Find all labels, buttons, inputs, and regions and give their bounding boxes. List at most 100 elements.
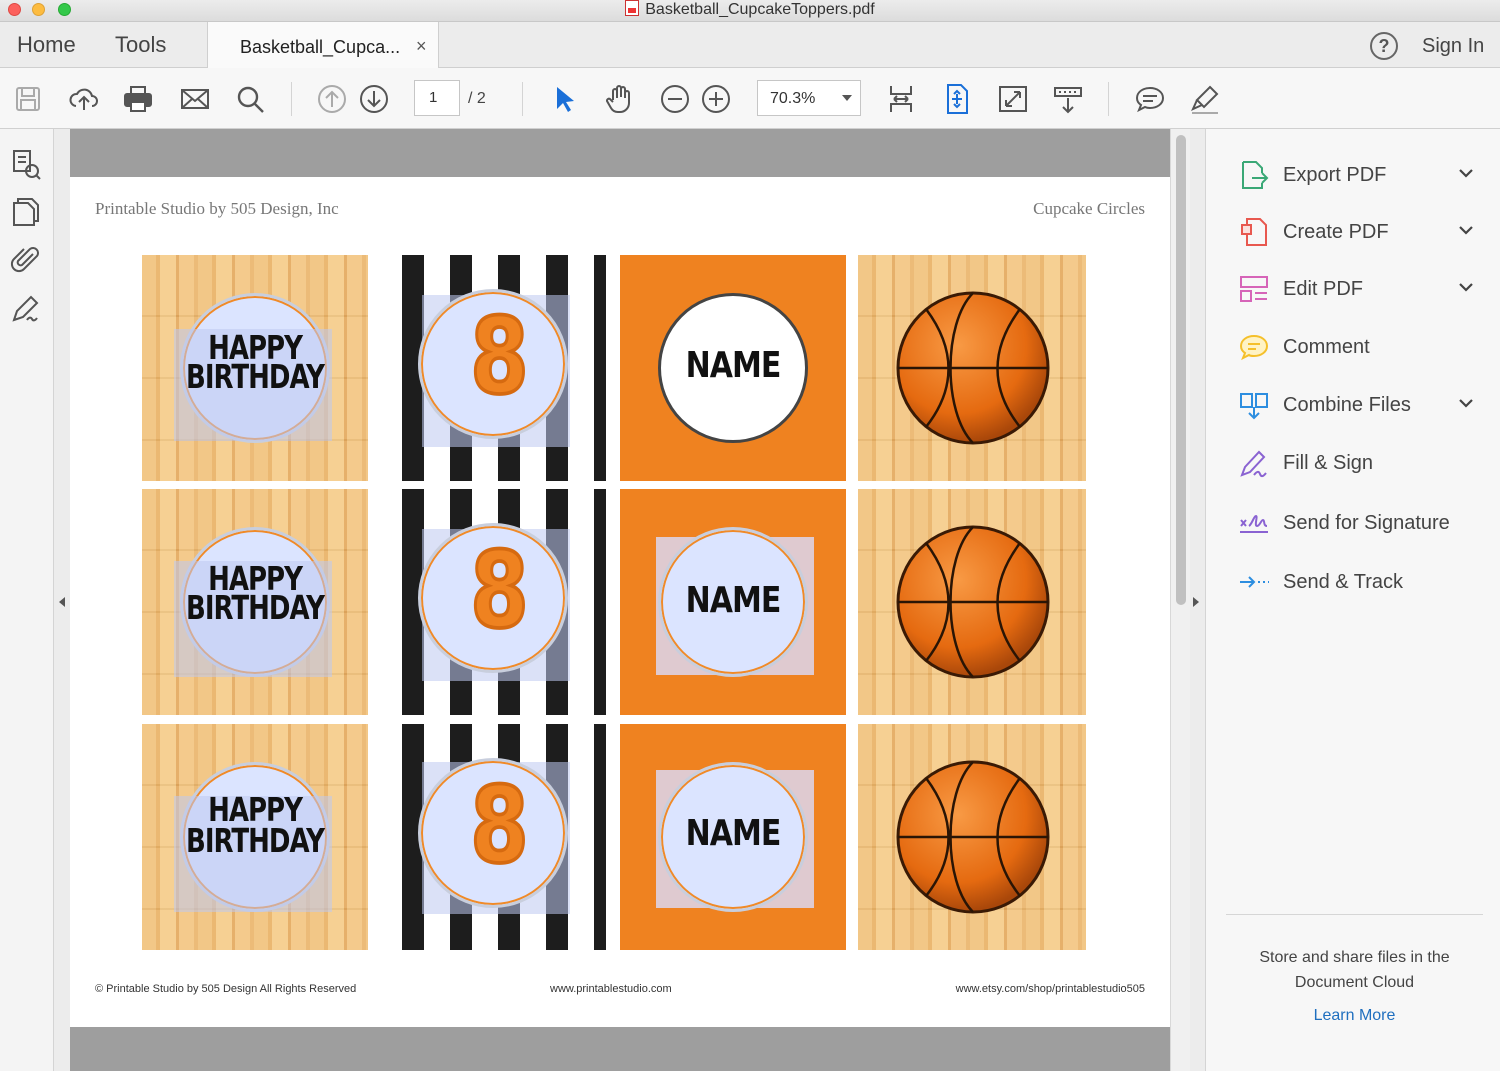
collapse-right-icon[interactable] [1190, 592, 1202, 612]
tab-bar: Home Tools Basketball_Cupca... × ? Sign … [0, 22, 1500, 69]
tool-export-pdf[interactable]: Export PDF [1238, 157, 1478, 197]
topper-basketball [858, 255, 1086, 481]
hand-icon[interactable] [603, 82, 637, 116]
pdf-file-icon [625, 0, 640, 16]
tool-comment[interactable]: Comment [1238, 329, 1478, 369]
topper-name: NAME [620, 724, 846, 950]
learn-more-link[interactable]: Learn More [1246, 1007, 1463, 1025]
chevron-down-icon[interactable] [1456, 277, 1476, 297]
tab-tools[interactable]: Tools [115, 32, 166, 58]
divider [1226, 914, 1483, 915]
topper-happy-birthday: HAPPY BIRTHDAY [142, 255, 368, 481]
topper-name: NAME [620, 489, 846, 715]
scroll-thumb[interactable] [1176, 135, 1186, 605]
copy-pages-icon[interactable] [9, 195, 43, 229]
create-pdf-icon [1238, 216, 1270, 248]
chevron-down-icon[interactable] [1456, 393, 1476, 413]
collapse-left-icon[interactable] [56, 592, 68, 612]
comment-icon [1238, 331, 1270, 363]
tab-home[interactable]: Home [17, 32, 76, 58]
topper-text-birthday: BIRTHDAY [186, 823, 325, 861]
window-title-text: Basketball_CupcakeToppers.pdf [645, 1, 875, 18]
zoom-in-icon[interactable] [699, 82, 733, 116]
page-footer-right: www.etsy.com/shop/printablestudio505 [955, 983, 1145, 995]
basketball-icon [896, 291, 1050, 445]
tool-fill-sign[interactable]: Fill & Sign [1238, 445, 1478, 485]
signature-icon[interactable] [9, 291, 43, 325]
chevron-down-icon[interactable] [1456, 220, 1476, 240]
title-bar: Basketball_CupcakeToppers.pdf [0, 0, 1500, 22]
export-pdf-icon [1238, 159, 1270, 191]
edit-pdf-icon [1238, 273, 1270, 305]
topper-basketball [858, 489, 1086, 715]
chevron-down-icon[interactable] [1456, 163, 1476, 183]
topper-text-birthday: BIRTHDAY [186, 359, 325, 397]
tool-edit-pdf[interactable]: Edit PDF [1238, 271, 1478, 311]
tool-combine-files[interactable]: Combine Files [1238, 387, 1478, 427]
topper-text-birthday: BIRTHDAY [186, 590, 325, 628]
email-icon[interactable] [178, 82, 212, 116]
comment-icon[interactable] [1133, 82, 1167, 116]
topper-number: 8 [392, 724, 606, 950]
print-icon[interactable] [121, 82, 155, 116]
topper-text-number: 8 [469, 527, 530, 653]
page-footer-center: www.printablestudio.com [550, 983, 672, 995]
topper-happy-birthday: HAPPY BIRTHDAY [142, 724, 368, 950]
select-cursor-icon[interactable] [547, 82, 581, 116]
tab-document[interactable]: Basketball_Cupca... × [207, 22, 439, 69]
tool-label: Send for Signature [1283, 512, 1450, 534]
save-icon[interactable] [11, 82, 45, 116]
page-header-left: Printable Studio by 505 Design, Inc [95, 199, 339, 218]
fill-sign-icon [1238, 447, 1270, 479]
combine-files-icon [1238, 389, 1270, 421]
topper-text-name: NAME [685, 579, 782, 622]
basketball-icon [896, 760, 1050, 914]
tool-create-pdf[interactable]: Create PDF [1238, 214, 1478, 254]
tool-label: Combine Files [1283, 394, 1411, 416]
zoom-value: 70.3% [770, 90, 816, 107]
fit-page-icon[interactable] [940, 82, 974, 116]
attachment-icon[interactable] [9, 242, 43, 276]
search-icon[interactable] [233, 82, 267, 116]
pages-icon[interactable] [9, 147, 43, 181]
chevron-down-icon [842, 95, 852, 101]
read-mode-icon[interactable] [1051, 82, 1085, 116]
page-up-icon[interactable] [315, 82, 349, 116]
zoom-select[interactable]: 70.3% [757, 80, 861, 116]
send-signature-icon [1238, 507, 1270, 539]
tool-send-track[interactable]: Send & Track [1238, 564, 1478, 604]
sign-in-button[interactable]: Sign In [1422, 35, 1484, 58]
tool-label: Export PDF [1283, 164, 1387, 186]
toolbar-separator [291, 82, 292, 116]
pdf-page: Printable Studio by 505 Design, Inc Cupc… [70, 177, 1170, 1027]
topper-number: 8 [392, 255, 606, 481]
help-icon[interactable]: ? [1370, 32, 1398, 60]
topper-text-name: NAME [685, 344, 782, 387]
topper-name: NAME [620, 255, 846, 481]
document-cloud-promo: Store and share files in the Document Cl… [1259, 949, 1450, 991]
tool-label: Fill & Sign [1283, 452, 1374, 474]
page-number-input[interactable]: 1 [414, 80, 460, 116]
tool-send-for-signature[interactable]: Send for Signature [1238, 505, 1478, 545]
full-screen-icon[interactable] [996, 82, 1030, 116]
page-footer-left: © Printable Studio by 505 Design All Rig… [95, 983, 357, 995]
page-header-right: Cupcake Circles [1033, 199, 1145, 218]
highlight-icon[interactable] [1188, 82, 1222, 116]
toolbar-separator [1108, 82, 1109, 116]
tool-label: Send & Track [1283, 571, 1404, 593]
page-total: / 2 [468, 90, 486, 107]
toolbar: 1 / 2 70.3% [0, 68, 1500, 129]
scroll-mode-icon[interactable] [884, 82, 918, 116]
send-track-icon [1238, 566, 1270, 598]
left-rail [0, 129, 54, 1071]
topper-text-name: NAME [685, 812, 782, 855]
toolbar-separator [522, 82, 523, 116]
zoom-out-icon[interactable] [658, 82, 692, 116]
page-down-icon[interactable] [357, 82, 391, 116]
vertical-scrollbar[interactable] [1170, 129, 1190, 1071]
upload-icon[interactable] [67, 82, 101, 116]
tools-pane: Export PDF Create PDF Edit PDF Comment C… [1206, 129, 1500, 1071]
topper-basketball [858, 724, 1086, 950]
close-tab-icon[interactable]: × [416, 36, 427, 57]
topper-happy-birthday: HAPPY BIRTHDAY [142, 489, 368, 715]
